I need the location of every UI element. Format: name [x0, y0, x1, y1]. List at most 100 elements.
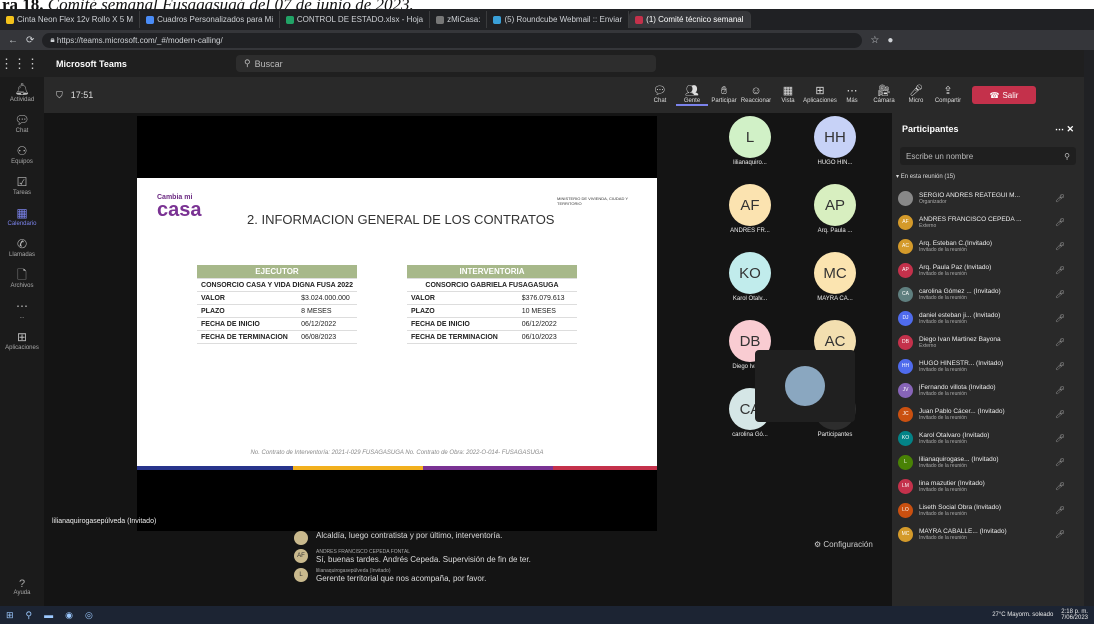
browser-tab[interactable]: (1) Comité técnico semanal [629, 11, 751, 28]
edge-icon[interactable]: ◉ [65, 610, 73, 621]
control-participar[interactable]: ✋︎ Participar [708, 84, 740, 106]
leave-button[interactable]: ☎ Salir [972, 86, 1036, 104]
participant-row[interactable]: MC MAYRA CABALLE... (Invitado) Invitado de… [892, 522, 1084, 546]
rail-item-tareas[interactable]: ☑ Tareas [0, 170, 44, 201]
participant-row[interactable]: AF ANDRES FRANCISCO CEPEDA ... Externo 🎤︎ [892, 210, 1084, 234]
control-micro[interactable]: 🎤︎ Micro [900, 84, 932, 106]
participant-role: Invitado de la reunión [919, 366, 967, 373]
browser-tab[interactable]: Cuadros Personalizados para Mi [140, 11, 281, 28]
participant-tile[interactable]: AF ANDRES FR... [705, 184, 795, 244]
help-item[interactable]: ? Ayuda [0, 578, 44, 596]
url-field[interactable]: 🔒︎ https://teams.microsoft.com/_#/modern… [42, 32, 863, 48]
rail-item-archivos[interactable]: 🗋︎ Archivos [0, 263, 44, 294]
browser-tab[interactable]: CONTROL DE ESTADO.xlsx - Hoja [280, 11, 431, 28]
participant-row[interactable]: AC Arq. Esteban C.(Invitado) Invitado de l… [892, 234, 1084, 258]
participant-role: Invitado de la reunión [919, 390, 967, 397]
mic-off-icon: 🎤︎ [1055, 409, 1066, 419]
rail-label: Llamadas [8, 251, 35, 258]
participant-tile[interactable]: HH HUGO HIN... [790, 116, 880, 176]
participant-row[interactable]: Llilianaquirogase... (Invitado) Invitado … [892, 450, 1084, 474]
table-row: PLAZO 10 MESES [407, 304, 577, 318]
close-icon[interactable]: ⋯ ✕ [1055, 124, 1074, 135]
participant-info: lilianaquirogase... (Invitado) Invitado d… [919, 456, 1049, 469]
participant-row[interactable]: SERGIO ANDRES REATEGUI M... Organizador 🎤︎ [892, 186, 1084, 210]
participant-tile[interactable]: Llilianaquiro... [705, 116, 795, 176]
rail-item-actividad[interactable]: 🔔︎ Actividad [0, 77, 44, 108]
participant-role: Invitado de la reunión [919, 318, 967, 325]
participant-list: SERGIO ANDRES REATEGUI M... Organizador 🎤︎… [892, 186, 1084, 546]
file-explorer-icon[interactable]: ▬ [44, 610, 53, 620]
participant-row[interactable]: JC Juan Pablo Cácer... (Invitado) Invitado… [892, 402, 1084, 426]
participant-info: Karol Otalvaro (Invitado) Invitado de la … [919, 432, 1049, 445]
files-icon: 🗋︎ [17, 267, 27, 282]
participant-row[interactable]: LO Liseth Social Obra (Invitado) Invitado … [892, 498, 1084, 522]
rail-item-chat[interactable]: 💬︎ Chat [0, 108, 44, 139]
clock[interactable]: 2:18 p. m. 7/06/2023 [1061, 609, 1088, 621]
participant-info: carolina Gómez ... (Invitado) Invitado de… [919, 288, 1049, 301]
participant-row[interactable]: DJ daniel esteban ji... (Invitado) Invitad… [892, 306, 1084, 330]
tasks-icon: ☑ [16, 174, 28, 189]
windows-start-icon[interactable]: ⊞ [6, 610, 14, 621]
apps-icon: ⊞ [16, 329, 28, 344]
control-gente[interactable]: 👥︎ Gente [676, 84, 708, 106]
participant-role: Invitado de la reunión [919, 510, 967, 517]
participant-role: Invitado de la reunión [919, 486, 967, 493]
participant-info: lina mazutier (Invitado) Invitado de la r… [919, 480, 1049, 493]
participant-tile[interactable]: AP Arq. Paula ... [790, 184, 880, 244]
rail-item-equipos[interactable]: ⚇ Equipos [0, 139, 44, 170]
participant-tile[interactable]: KO Karol Otalv... [705, 252, 795, 312]
rail-item-calendario[interactable]: ▦ Calendario [0, 201, 44, 232]
table-row: FECHA DE INICIO 06/12/2022 [197, 317, 357, 331]
ejecutor-name: CONSORCIO CASA Y VIDA DIGNA FUSA 2022 [197, 278, 357, 292]
mic-off-icon: 🎤︎ [1055, 529, 1066, 539]
control-más[interactable]: ⋯ Más [836, 84, 868, 106]
meeting-controls: 💬︎ Chat 👥︎ Gente ✋︎ Participar ☺ Reaccionar ▦ Vis… [644, 84, 964, 106]
participant-row[interactable]: JV jFernando villota (Invitado) Invitado d… [892, 378, 1084, 402]
participant-row[interactable]: CA carolina Gómez ... (Invitado) Invitado … [892, 282, 1084, 306]
browser-tab[interactable]: Cinta Neon Flex 12v Rollo X 5 M [0, 11, 141, 28]
app-launcher-icon[interactable]: ⋮⋮⋮ [0, 56, 39, 72]
reload-icon[interactable]: ⟳ [26, 35, 34, 46]
ejecutor-header: EJECUTOR [197, 265, 357, 279]
participant-row[interactable]: DB Diego Ivan Martinez Bayona Externo 🎤︎ [892, 330, 1084, 354]
participant-info: Juan Pablo Cácer... (Invitado) Invitado d… [919, 408, 1049, 421]
search-icon: ⚲ [1064, 151, 1070, 161]
back-icon[interactable]: ← [8, 35, 18, 46]
control-chat[interactable]: 💬︎ Chat [644, 84, 676, 106]
tab-label: Cuadros Personalizados para Mi [157, 15, 274, 24]
self-view[interactable] [755, 350, 855, 422]
extensions-icon[interactable]: ☆ [870, 35, 879, 46]
browser-tab[interactable]: zMiCasa: [430, 11, 488, 28]
control-aplicaciones[interactable]: ⊞ Aplicaciones [803, 84, 837, 106]
participant-row[interactable]: AP Arq. Paula Paz (Invitado) Invitado de l… [892, 258, 1084, 282]
control-compartir[interactable]: ⇪ Compartir [932, 84, 964, 106]
control-vista[interactable]: ▦ Vista [772, 84, 804, 106]
participant-row[interactable]: HH HUGO HINESTR... (Invitado) Invitado de … [892, 354, 1084, 378]
control-cámara[interactable]: 🎥︎ Cámara [868, 84, 900, 106]
mic-off-icon: 🎤︎ [1055, 361, 1066, 371]
participant-search-input[interactable]: Escribe un nombre ⚲ [900, 147, 1076, 165]
participant-search-placeholder: Escribe un nombre [906, 151, 974, 161]
rail-item-[interactable]: ⋯... [0, 294, 44, 325]
search-input[interactable]: ⚲ Buscar [236, 55, 656, 72]
chrome-icon[interactable]: ◎ [85, 610, 93, 621]
participant-avatar: LO [898, 502, 913, 518]
tab-label: (1) Comité técnico semanal [646, 15, 744, 24]
control-reaccionar[interactable]: ☺ Reaccionar [740, 84, 772, 106]
participant-name: SERGIO ANDRES REATEGUI M... [919, 191, 1021, 199]
active-speaker-label: lilianaquirogasepúlveda (Invitado) [52, 518, 157, 525]
participant-info: ANDRES FRANCISCO CEPEDA ... Externo [919, 216, 1049, 229]
participant-row[interactable]: LM lina mazutier (Invitado) Invitado de la… [892, 474, 1084, 498]
control-label: Participar [711, 98, 737, 104]
participant-row[interactable]: KO Karol Otalvaro (Invitado) Invitado de l… [892, 426, 1084, 450]
search-icon[interactable]: ⚲ [26, 610, 33, 621]
rail-item-aplicaciones[interactable]: ⊞ Aplicaciones [0, 325, 44, 356]
profile-icon[interactable]: ● [887, 35, 893, 46]
participant-tile[interactable]: MC MAYRA CA... [790, 252, 880, 312]
settings-button[interactable]: ⚙ Configuración [814, 540, 873, 549]
browser-tab[interactable]: (5) Roundcube Webmail :: Enviar [487, 11, 630, 28]
row-value: 06/12/2022 [517, 317, 577, 331]
rail-item-llamadas[interactable]: ✆ Llamadas [0, 232, 44, 263]
section-header[interactable]: ▾ En esta reunión (15) [892, 167, 1084, 186]
row-value: 10 MESES [517, 304, 577, 318]
